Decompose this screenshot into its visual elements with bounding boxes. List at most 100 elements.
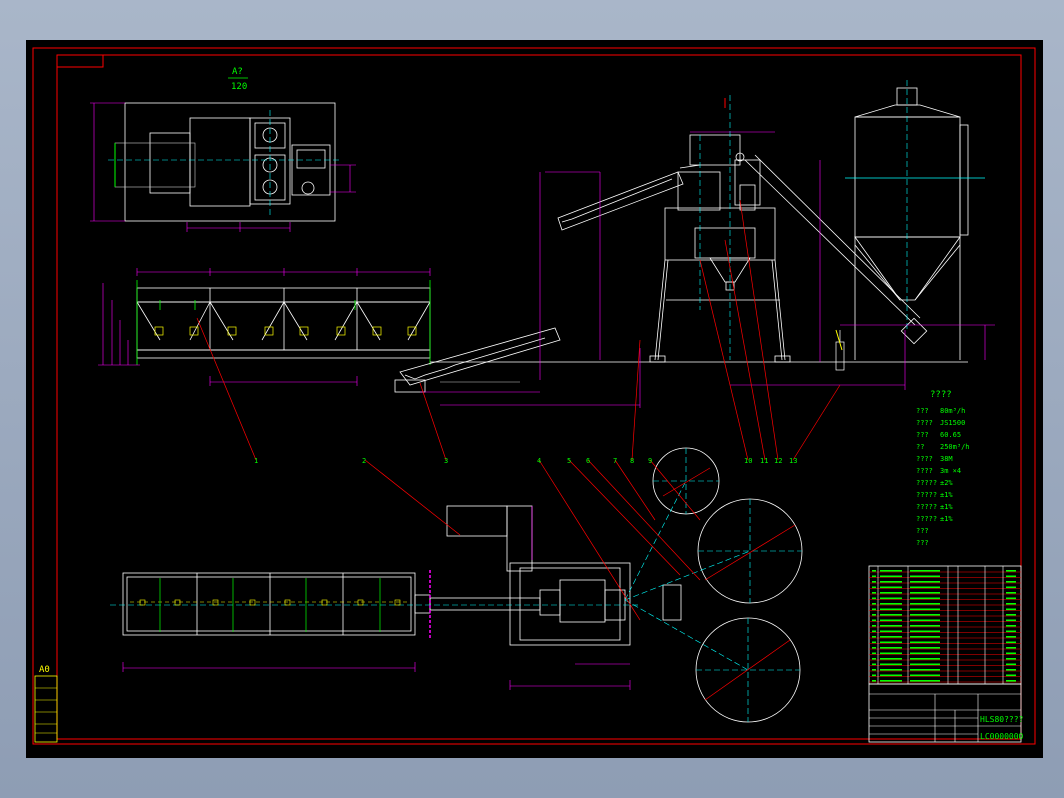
spec-label: ??? bbox=[916, 539, 929, 547]
parts-list-text-stroke bbox=[872, 597, 876, 600]
spec-label: ??? bbox=[916, 527, 929, 535]
spec-label: ???? bbox=[916, 419, 933, 427]
parts-list-text-stroke bbox=[910, 663, 940, 666]
parts-list-text-stroke bbox=[872, 614, 876, 616]
parts-list-text-stroke bbox=[880, 614, 902, 616]
parts-list-text-stroke bbox=[872, 586, 876, 589]
parts-list-text-stroke bbox=[872, 647, 876, 649]
parts-list-text-stroke bbox=[880, 597, 902, 600]
spec-label: ????? bbox=[916, 491, 937, 499]
parts-list-text-stroke bbox=[1006, 652, 1016, 655]
parts-list-text-stroke bbox=[1006, 636, 1016, 638]
parts-list-text-stroke bbox=[910, 570, 940, 572]
parts-list-text-stroke bbox=[872, 592, 876, 594]
parts-list-text-stroke bbox=[910, 669, 940, 671]
parts-list-text-stroke bbox=[872, 581, 876, 583]
spec-label: ???? bbox=[916, 467, 933, 475]
parts-list-text-stroke bbox=[1006, 603, 1016, 605]
parts-list-text-stroke bbox=[880, 603, 902, 605]
spec-value: JS1500 bbox=[940, 419, 965, 427]
spec-value: 3m ×4 bbox=[940, 467, 961, 475]
parts-list-text-stroke bbox=[880, 636, 902, 638]
parts-list-text-stroke bbox=[880, 570, 902, 572]
spec-label: ??? bbox=[916, 431, 929, 439]
parts-list-text-stroke bbox=[880, 608, 902, 611]
parts-list-text-stroke bbox=[910, 636, 940, 638]
callout-13: 13 bbox=[789, 457, 797, 465]
parts-list-text-stroke bbox=[880, 647, 902, 649]
spec-label: ????? bbox=[916, 479, 937, 487]
spec-value: 80m³/h bbox=[940, 407, 965, 415]
spec-label: ???? bbox=[916, 455, 933, 463]
parts-list-text-stroke bbox=[910, 647, 940, 649]
spec-value: ±2% bbox=[940, 479, 953, 487]
spec-label: ??? bbox=[916, 407, 929, 415]
spec-label: ????? bbox=[916, 503, 937, 511]
parts-list-text-stroke bbox=[1006, 597, 1016, 600]
callout-3: 3 bbox=[444, 457, 448, 465]
parts-list-text-stroke bbox=[910, 680, 940, 682]
callout-6: 6 bbox=[586, 457, 590, 465]
paper bbox=[26, 40, 1043, 758]
parts-list-text-stroke bbox=[1006, 647, 1016, 649]
parts-list-text-stroke bbox=[880, 680, 902, 682]
sheet-size-mark: A0 bbox=[39, 665, 50, 675]
parts-list-text-stroke bbox=[872, 630, 876, 633]
parts-list-text-stroke bbox=[1006, 674, 1016, 677]
detail-scale-bottom: 120 bbox=[231, 82, 247, 92]
parts-list-text-stroke bbox=[880, 625, 902, 627]
parts-list-text-stroke bbox=[872, 652, 876, 655]
parts-list-text-stroke bbox=[880, 669, 902, 671]
parts-list-text-stroke bbox=[880, 575, 902, 578]
parts-list-text-stroke bbox=[910, 603, 940, 605]
parts-list-text-stroke bbox=[872, 674, 876, 677]
detail-scale-top: A? bbox=[232, 67, 243, 77]
spec-value: 38M bbox=[940, 455, 953, 463]
parts-list-text-stroke bbox=[910, 630, 940, 633]
parts-list-text-stroke bbox=[910, 625, 940, 627]
callout-1: 1 bbox=[254, 457, 258, 465]
parts-list-text-stroke bbox=[872, 641, 876, 644]
parts-list-text-stroke bbox=[1006, 663, 1016, 666]
parts-list-text-stroke bbox=[872, 658, 876, 660]
callout-5: 5 bbox=[567, 457, 571, 465]
parts-list-text-stroke bbox=[872, 619, 876, 622]
spec-value: ±1% bbox=[940, 491, 953, 499]
parts-list-text-stroke bbox=[910, 619, 940, 622]
callout-4: 4 bbox=[537, 457, 541, 465]
parts-list-text-stroke bbox=[880, 581, 902, 583]
parts-list-text-stroke bbox=[1006, 641, 1016, 644]
parts-list-text-stroke bbox=[910, 592, 940, 594]
parts-list-text-stroke bbox=[872, 680, 876, 682]
callout-9: 9 bbox=[648, 457, 652, 465]
parts-list-text-stroke bbox=[1006, 619, 1016, 622]
parts-list-text-stroke bbox=[872, 575, 876, 578]
parts-list-text-stroke bbox=[872, 570, 876, 572]
parts-list-text-stroke bbox=[872, 608, 876, 611]
parts-list-text-stroke bbox=[910, 575, 940, 578]
callout-8: 8 bbox=[630, 457, 634, 465]
parts-list-text-stroke bbox=[910, 608, 940, 611]
parts-list-text-stroke bbox=[1006, 608, 1016, 611]
specs-title: ???? bbox=[930, 390, 952, 400]
parts-list-text-stroke bbox=[910, 658, 940, 660]
parts-list-text-stroke bbox=[1006, 614, 1016, 616]
drawing-name: HLS80???? bbox=[980, 715, 1024, 724]
parts-list-text-stroke bbox=[910, 652, 940, 655]
parts-list-text-stroke bbox=[872, 603, 876, 605]
callout-12: 12 bbox=[774, 457, 782, 465]
parts-list-text-stroke bbox=[880, 652, 902, 655]
parts-list-text-stroke bbox=[880, 658, 902, 660]
spec-value: ±1% bbox=[940, 503, 953, 511]
parts-list-text-stroke bbox=[1006, 669, 1016, 671]
parts-list-text-stroke bbox=[1006, 630, 1016, 633]
parts-list-text-stroke bbox=[872, 625, 876, 627]
cad-drawing: A0 A? 120 1 2 3 4 5 6 7 8 9 10 11 12 13 … bbox=[26, 40, 1043, 758]
parts-list-text-stroke bbox=[872, 669, 876, 671]
parts-list-text-stroke bbox=[910, 614, 940, 616]
spec-label: ????? bbox=[916, 515, 937, 523]
parts-list-text-stroke bbox=[880, 592, 902, 594]
spec-label: ?? bbox=[916, 443, 924, 451]
parts-list-text-stroke bbox=[1006, 592, 1016, 594]
drawing-code: LC0000000 bbox=[980, 732, 1024, 741]
